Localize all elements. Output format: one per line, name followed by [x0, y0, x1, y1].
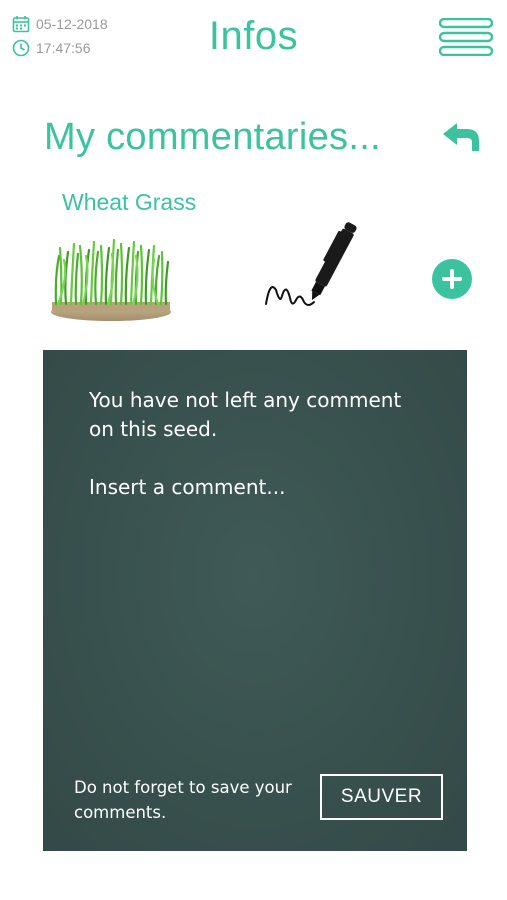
comment-board: You have not left any comment on this se… — [43, 350, 467, 851]
add-comment-button[interactable] — [432, 259, 472, 299]
pen-signature-icon — [265, 222, 357, 306]
save-reminder: Do not forget to save your comments. — [74, 778, 292, 822]
seed-name: Wheat Grass — [62, 189, 197, 215]
section-title: My commentaries... — [44, 116, 381, 158]
page-title: Infos — [208, 14, 299, 58]
hamburger-menu-icon — [438, 17, 494, 57]
wheat-grass-image — [51, 238, 171, 321]
menu-button[interactable] — [438, 17, 494, 57]
no-comment-message: You have not left any comment on this se… — [89, 388, 402, 441]
comment-input[interactable]: Insert a comment... — [89, 473, 429, 502]
back-arrow-icon — [443, 123, 479, 151]
back-button[interactable] — [441, 121, 481, 155]
save-button[interactable]: SAUVER — [320, 774, 443, 820]
